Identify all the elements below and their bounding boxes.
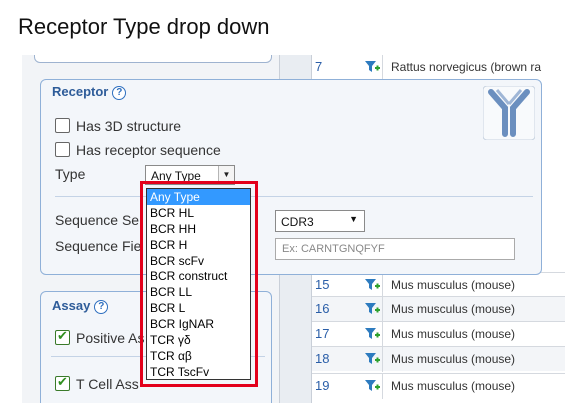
dropdown-option-any-type[interactable]: Any Type (147, 189, 250, 205)
cdr-select-value: CDR3 (281, 215, 314, 229)
table-row[interactable]: 19 Mus musculus (mouse) (312, 373, 565, 399)
receptor-panel: Receptor? Has 3D structure Has receptor … (40, 79, 542, 275)
previous-panel (34, 55, 272, 63)
organism-cell: Mus musculus (mouse) (382, 374, 565, 399)
has-receptor-sequence-option[interactable]: Has receptor sequence (55, 142, 221, 158)
assay-title-text: Assay (52, 298, 91, 313)
dropdown-option-bcr-construct[interactable]: BCR construct (147, 268, 250, 284)
dropdown-option-bcr-l[interactable]: BCR L (147, 300, 250, 316)
screenshot-area: 7 Rattus norvegicus (brown ra 15 Mus mus… (22, 55, 565, 403)
row-number: 15 (315, 277, 330, 292)
table-row[interactable]: 15 Mus musculus (mouse) (312, 272, 565, 298)
dropdown-option-tcr-tscfv[interactable]: TCR TscFv (147, 364, 250, 380)
assay-panel-title: Assay? (52, 298, 109, 314)
table-row[interactable]: 18 Mus musculus (mouse) (312, 346, 565, 372)
positive-assay-label: Positive As (76, 330, 145, 346)
has-3d-structure-checkbox[interactable] (55, 118, 70, 133)
filter-add-icon[interactable] (364, 326, 380, 342)
filter-add-icon[interactable] (364, 59, 380, 75)
chevron-down-icon[interactable]: ▼ (349, 214, 358, 224)
row-number: 19 (315, 378, 330, 393)
row-number: 17 (315, 326, 330, 341)
dropdown-option-bcr-hl[interactable]: BCR HL (147, 205, 250, 221)
has-3d-structure-label: Has 3D structure (76, 118, 182, 134)
dropdown-option-tcr-ab[interactable]: TCR αβ (147, 348, 250, 364)
dropdown-option-bcr-scfv[interactable]: BCR scFv (147, 253, 250, 269)
dropdown-option-tcr-gd[interactable]: TCR γδ (147, 332, 250, 348)
caption: Receptor Type drop down (18, 14, 270, 39)
positive-assay-checkbox[interactable] (55, 328, 70, 345)
has-3d-structure-option[interactable]: Has 3D structure (55, 118, 181, 134)
dropdown-option-bcr-hh[interactable]: BCR HH (147, 221, 250, 237)
sequence-search-label: Sequence Se (55, 212, 140, 228)
type-dropdown-list[interactable]: Any Type BCR HL BCR HH BCR H BCR scFv BC… (146, 188, 251, 380)
divider (55, 196, 533, 197)
help-icon[interactable]: ? (94, 300, 109, 314)
organism-cell: Rattus norvegicus (brown ra (382, 55, 565, 80)
row-number: 7 (315, 59, 323, 74)
tcell-assay-checkbox[interactable] (55, 374, 70, 391)
chevron-down-icon[interactable]: ▼ (218, 166, 234, 184)
has-receptor-sequence-checkbox[interactable] (55, 142, 70, 157)
dropdown-option-bcr-h[interactable]: BCR H (147, 237, 250, 253)
has-receptor-sequence-label: Has receptor sequence (76, 142, 221, 158)
dropdown-option-bcr-ll[interactable]: BCR LL (147, 284, 250, 300)
organism-cell: Mus musculus (mouse) (382, 347, 565, 372)
help-icon[interactable]: ? (112, 86, 127, 100)
row-number: 18 (315, 351, 330, 366)
receptor-title-text: Receptor (52, 84, 109, 99)
filter-add-icon[interactable] (364, 378, 380, 394)
antibody-icon (483, 86, 535, 140)
sequence-input[interactable]: Ex: CARNTGNQFYF (275, 238, 515, 260)
receptor-panel-title: Receptor? (52, 84, 127, 100)
organism-cell: Mus musculus (mouse) (382, 322, 565, 347)
type-select[interactable]: Any Type ▼ (145, 165, 235, 185)
sequence-field-label: Sequence Fie (55, 238, 142, 254)
dropdown-option-bcr-ignar[interactable]: BCR IgNAR (147, 316, 250, 332)
filter-add-icon[interactable] (364, 277, 380, 293)
cdr-select[interactable]: CDR3 ▼ (275, 210, 365, 232)
positive-assay-option[interactable]: Positive As (55, 328, 145, 346)
table-row[interactable]: 7 Rattus norvegicus (brown ra (312, 55, 565, 80)
tcell-assay-option[interactable]: T Cell Ass (55, 374, 139, 392)
organism-cell: Mus musculus (mouse) (382, 273, 565, 298)
filter-add-icon[interactable] (364, 351, 380, 367)
type-select-value: Any Type (151, 169, 201, 183)
tcell-assay-label: T Cell Ass (76, 376, 139, 392)
filter-add-icon[interactable] (364, 301, 380, 317)
type-label: Type (55, 166, 86, 182)
table-row[interactable]: 16 Mus musculus (mouse) (312, 296, 565, 322)
table-row[interactable]: 17 Mus musculus (mouse) (312, 321, 565, 347)
organism-cell: Mus musculus (mouse) (382, 297, 565, 322)
row-number: 16 (315, 301, 330, 316)
